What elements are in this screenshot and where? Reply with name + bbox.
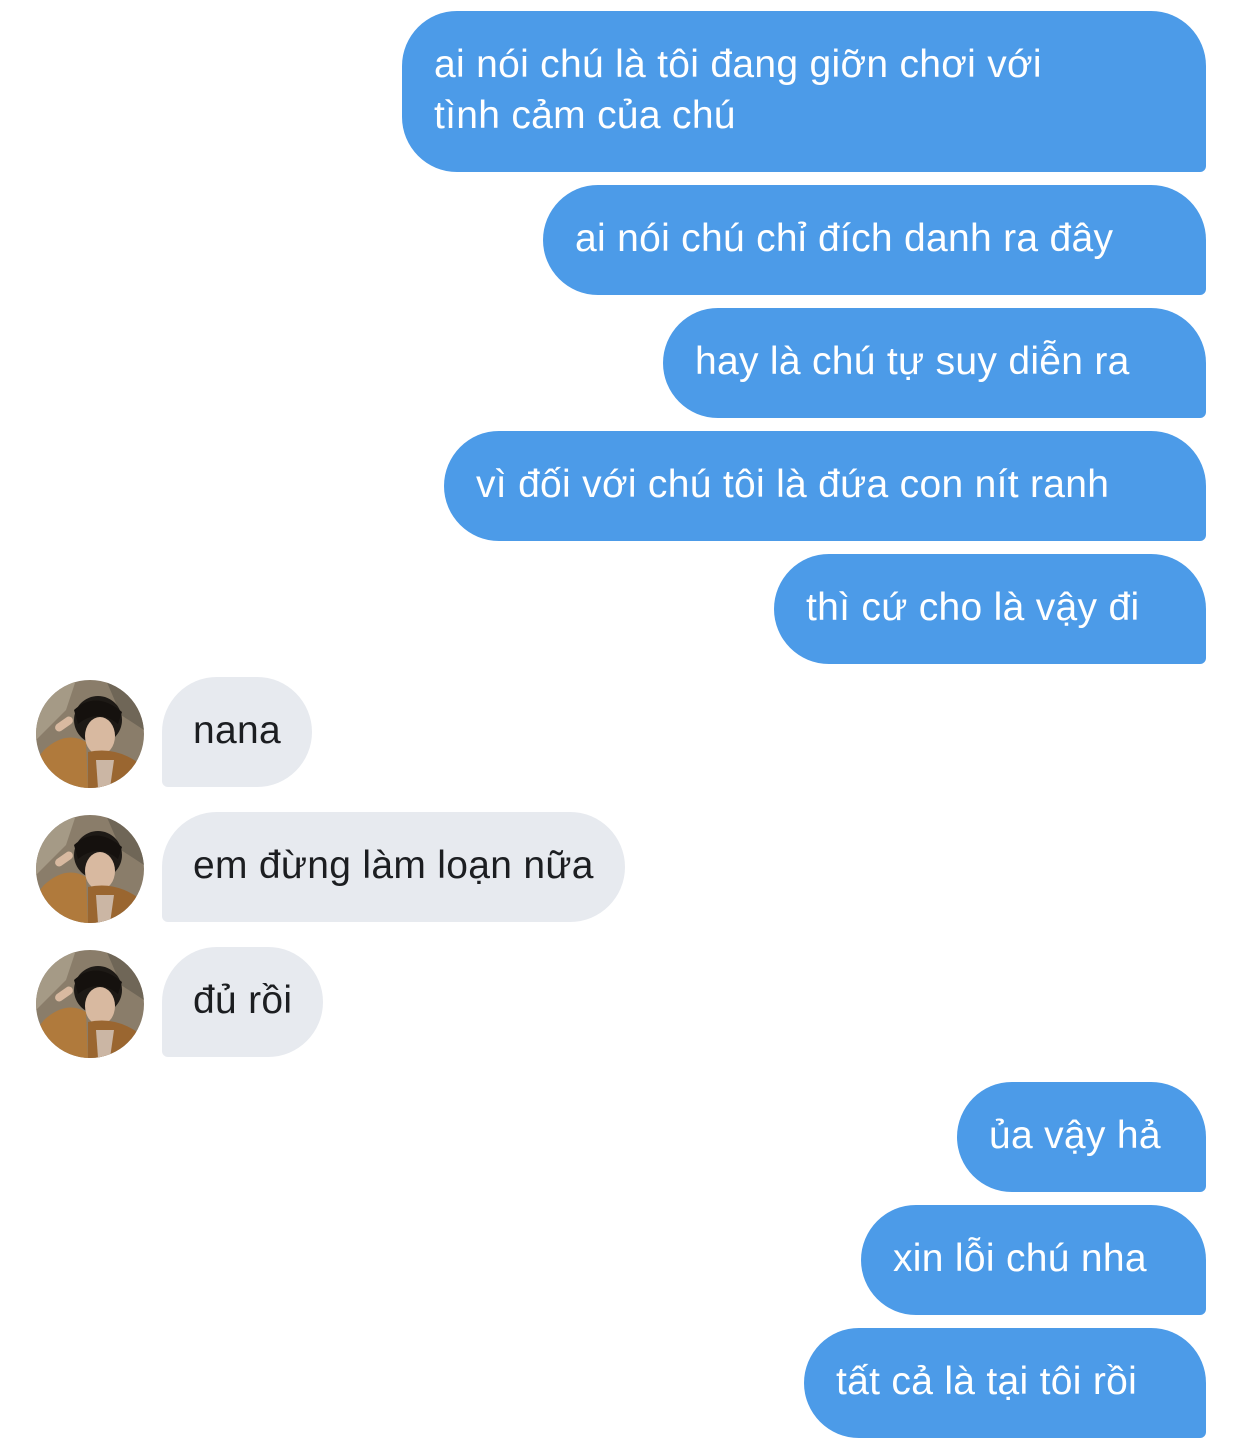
- message-sent-3[interactable]: hay là chú tự suy diễn ra: [663, 308, 1206, 418]
- avatar-photo-icon: [36, 680, 144, 788]
- message-received-3[interactable]: đủ rồi: [162, 947, 324, 1057]
- message-received-1[interactable]: nana: [162, 677, 312, 787]
- contact-avatar[interactable]: [36, 815, 144, 923]
- contact-avatar[interactable]: [36, 680, 144, 788]
- contact-avatar[interactable]: [36, 950, 144, 1058]
- message-received-2[interactable]: em đừng làm loạn nữa: [162, 812, 625, 922]
- message-sent-2[interactable]: ai nói chú chỉ đích danh ra đây: [543, 185, 1206, 295]
- message-sent-1[interactable]: ai nói chú là tôi đang giỡn chơi với tìn…: [402, 11, 1206, 172]
- message-sent-8[interactable]: tất cả là tại tôi rồi: [804, 1328, 1206, 1438]
- avatar-photo-icon: [36, 950, 144, 1058]
- message-sent-6[interactable]: ủa vậy hả: [957, 1082, 1206, 1192]
- message-sent-7[interactable]: xin lỗi chú nha: [861, 1205, 1206, 1315]
- avatar-photo-icon: [36, 815, 144, 923]
- message-sent-5[interactable]: thì cứ cho là vậy đi: [774, 554, 1206, 664]
- message-sent-4[interactable]: vì đối với chú tôi là đứa con nít ranh: [444, 431, 1206, 541]
